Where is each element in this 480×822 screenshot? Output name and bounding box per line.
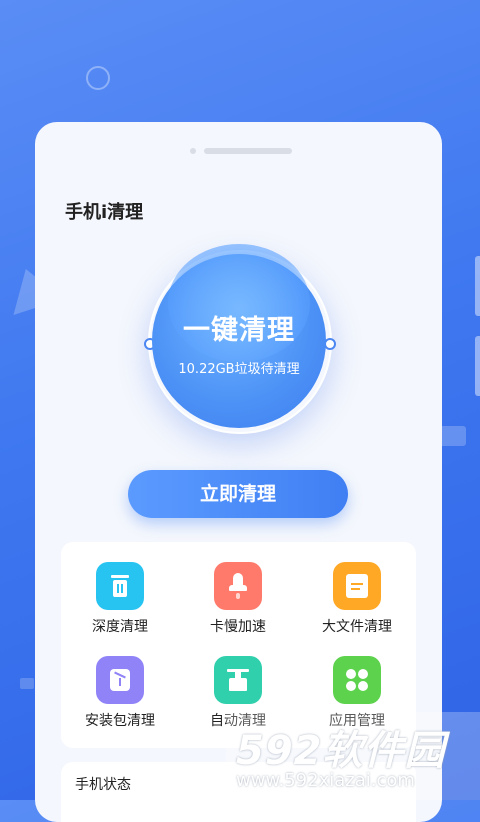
tool-speed-up[interactable]: 卡慢加速: [179, 562, 297, 652]
tool-large-file-clean[interactable]: 大文件清理: [298, 562, 416, 652]
side-tab: [475, 256, 480, 316]
handle-bar: [204, 148, 292, 154]
page-title: 手机i清理: [65, 202, 144, 223]
decor-folder-small-icon: [20, 678, 34, 689]
tool-label: 深度清理: [92, 619, 148, 635]
phone-status-title: 手机状态: [75, 777, 131, 793]
side-tab: [475, 336, 480, 396]
trash-icon: [96, 562, 144, 610]
tool-label: 安装包清理: [85, 713, 155, 729]
junk-size-label: 10.22GB垃圾待清理: [178, 362, 300, 377]
decor-circle-icon: [86, 66, 110, 90]
file-icon: [333, 562, 381, 610]
tool-label: 大文件清理: [322, 619, 392, 635]
handle-dot: [190, 148, 196, 154]
watermark-url: www.592xiazai.com: [236, 770, 415, 791]
decor-folder-icon: [438, 426, 466, 446]
orb-title: 一键清理: [183, 315, 295, 346]
drag-handle[interactable]: [190, 148, 292, 154]
package-icon: [96, 656, 144, 704]
rocket-icon: [214, 562, 262, 610]
tool-package-clean[interactable]: 安装包清理: [61, 656, 179, 746]
watermark-brand: 592软件园: [236, 728, 446, 774]
tool-deep-clean[interactable]: 深度清理: [61, 562, 179, 652]
tool-label: 卡慢加速: [210, 619, 266, 635]
broom-icon: [214, 656, 262, 704]
apps-icon: [333, 656, 381, 704]
clean-now-button[interactable]: 立即清理: [128, 470, 348, 518]
